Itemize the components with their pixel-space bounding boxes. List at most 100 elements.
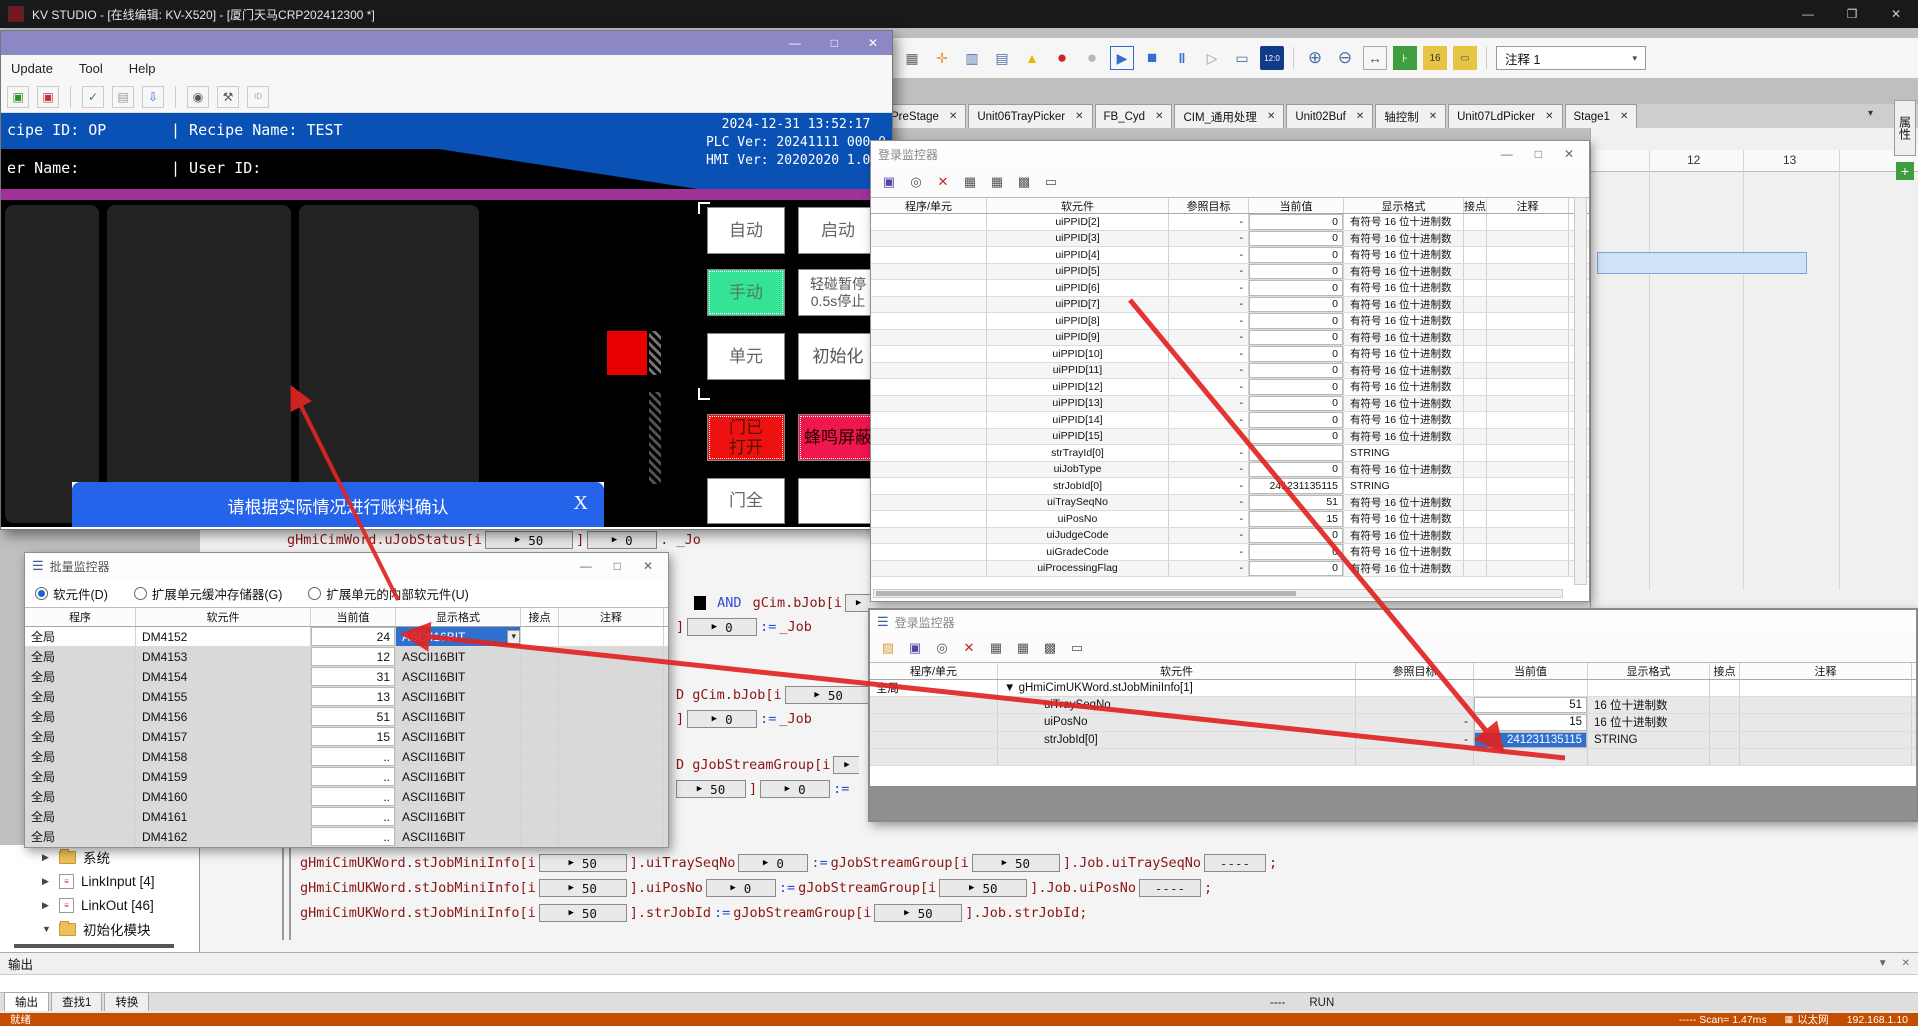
tab-FB_Cyd[interactable]: FB_Cyd✕ <box>1095 104 1173 128</box>
table-row[interactable]: 全局DM415312ASCII16BIT <box>25 647 668 667</box>
download-doc-icon[interactable]: ⇩ <box>142 86 164 108</box>
tab-close-icon[interactable]: ✕ <box>1429 111 1437 122</box>
tab-Stage1[interactable]: Stage1✕ <box>1565 104 1638 128</box>
minimize-icon[interactable]: — <box>580 559 592 573</box>
table-row[interactable]: uiPPID[7]-0有符号 16 位十进制数 <box>871 297 1589 314</box>
inline-value-box[interactable]: ▶50 <box>485 531 573 549</box>
expand-icon[interactable]: ▶ <box>42 876 52 887</box>
table-row[interactable]: uiPPID[15]-0有符号 16 位十进制数 <box>871 429 1589 446</box>
monitor-window-icon[interactable]: ▭ <box>1230 46 1254 70</box>
inline-value-box[interactable]: ▶0 <box>687 618 757 636</box>
tab-PreStage[interactable]: PreStage✕ <box>882 104 966 128</box>
hmi-button-门已打开[interactable]: 门已 打开 <box>707 414 785 461</box>
hmi-button-单元[interactable]: 单元 <box>707 333 785 380</box>
id-icon[interactable]: ID <box>247 86 269 108</box>
inline-value-box[interactable]: ▶50 <box>939 879 1027 897</box>
tab-overflow-icon[interactable]: ▾ <box>1868 108 1873 119</box>
tab-close-icon[interactable]: ✕ <box>1356 111 1364 122</box>
snap-icon[interactable]: ▭ <box>1453 46 1477 70</box>
table-row[interactable]: 程序/单元软元件参照目标当前值显示格式接点注释 <box>870 662 1916 680</box>
inline-value-box[interactable]: ▶0 <box>706 879 776 897</box>
comment-select[interactable]: 注释 1 ▾ <box>1496 46 1646 70</box>
table-row[interactable]: strJobId[0]-241231135115STRING <box>870 732 1916 749</box>
table-row[interactable]: 全局▼ gHmiCimUKWord.stJobMiniInfo[1] <box>870 680 1916 697</box>
document-time-icon[interactable]: ▤ <box>990 46 1014 70</box>
menu-help[interactable]: Help <box>129 61 156 76</box>
inline-value-box[interactable]: ▶50 <box>676 780 746 798</box>
zoom-in-icon[interactable]: ⊕ <box>1303 46 1327 70</box>
registration-table-icon[interactable]: ▦ <box>900 46 924 70</box>
append-row-icon[interactable]: ▦ <box>1013 638 1033 658</box>
table-row[interactable]: uiJobType-0有符号 16 位十进制数 <box>871 462 1589 479</box>
monitor-display-icon[interactable]: ▭ <box>1041 172 1061 192</box>
insert-row-icon[interactable]: ▦ <box>960 172 980 192</box>
verify-doc-icon[interactable]: ✓ <box>82 86 104 108</box>
append-row-icon[interactable]: ▦ <box>987 172 1007 192</box>
table-row[interactable]: uiProcessingFlag-0有符号 16 位十进制数 <box>871 561 1589 578</box>
clock-badge-icon[interactable]: 12:0 <box>1260 46 1284 70</box>
table-row[interactable]: uiPPID[11]-0有符号 16 位十进制数 <box>871 363 1589 380</box>
table-row[interactable]: uiPPID[10]-0有符号 16 位十进制数 <box>871 346 1589 363</box>
find-device-icon[interactable]: ◎ <box>906 172 926 192</box>
radio-icon[interactable] <box>35 587 48 600</box>
table-row[interactable]: uiPPID[13]-0有符号 16 位十进制数 <box>871 396 1589 413</box>
table-row[interactable]: uiPPID[12]-0有符号 16 位十进制数 <box>871 379 1589 396</box>
tab-close-icon[interactable]: ✕ <box>949 111 957 122</box>
delete-row-icon[interactable]: ✕ <box>959 638 979 658</box>
table-row[interactable]: 全局DM415651ASCII16BIT <box>25 707 668 727</box>
hmi-button-自动[interactable]: 自动 <box>707 207 785 254</box>
close-icon[interactable]: ✕ <box>1564 147 1574 161</box>
tab-close-icon[interactable]: ✕ <box>1155 111 1163 122</box>
output-tab-查找1[interactable]: 查找1 <box>51 992 102 1011</box>
radio-icon[interactable] <box>134 587 147 600</box>
hex16-icon[interactable]: 16 <box>1423 46 1447 70</box>
radio-扩展单元的内部软元件(U)[interactable]: 扩展单元的内部软元件(U) <box>308 584 468 603</box>
table-row[interactable]: uiPosNo-15有符号 16 位十进制数 <box>871 511 1589 528</box>
monitor-display-icon[interactable]: ▭ <box>1067 638 1087 658</box>
wrench-icon[interactable]: ⚒ <box>217 86 239 108</box>
zoom-out-icon[interactable]: ⊖ <box>1333 46 1357 70</box>
register-device-icon[interactable]: ▩ <box>1014 172 1034 192</box>
menu-tool[interactable]: Tool <box>79 61 103 76</box>
ladder-editor-area[interactable]: 12 13 <box>1590 126 1918 608</box>
stop-icon[interactable]: ■ <box>1140 46 1164 70</box>
table-row[interactable]: 全局DM4160..ASCII16BIT <box>25 787 668 807</box>
table-row[interactable]: uiTraySeqNo-5116 位十进制数 <box>870 697 1916 714</box>
table-row[interactable]: uiJudgeCode-0有符号 16 位十进制数 <box>871 528 1589 545</box>
close-icon[interactable]: ✕ <box>1874 7 1918 21</box>
table-row[interactable] <box>870 749 1916 766</box>
inline-value-box[interactable]: ▶0 <box>760 780 830 798</box>
table-row[interactable]: 程序软元件当前值显示格式接点注释 <box>25 607 668 627</box>
inline-value-box[interactable]: ▶50 <box>539 879 627 897</box>
tree-scrollbar[interactable] <box>14 944 174 948</box>
save-icon[interactable]: ▣ <box>905 638 925 658</box>
insert-row-icon[interactable]: ▦ <box>986 638 1006 658</box>
hmi-button-蜂鸣屏蔽[interactable]: 蜂鸣屏蔽 <box>798 414 878 461</box>
close-icon[interactable]: ✕ <box>643 559 653 573</box>
table-row[interactable]: uiGradeCode-0有符号 16 位十进制数 <box>871 544 1589 561</box>
hmi-button-门全[interactable]: 门全 <box>707 478 785 524</box>
register-device-icon[interactable]: ▩ <box>1040 638 1060 658</box>
radio-icon[interactable] <box>308 587 321 600</box>
tab-Unit02Buf[interactable]: Unit02Buf✕ <box>1286 104 1373 128</box>
tab-轴控制[interactable]: 轴控制✕ <box>1375 104 1446 128</box>
camera-icon[interactable]: ◉ <box>187 86 209 108</box>
expand-icon[interactable]: ▶ <box>42 900 52 911</box>
table-row[interactable]: uiPPID[9]-0有符号 16 位十进制数 <box>871 330 1589 347</box>
restore-icon[interactable]: □ <box>831 36 838 50</box>
play-icon[interactable]: ▶ <box>1110 46 1134 70</box>
inline-value-box[interactable]: ▶0 <box>687 710 757 728</box>
inline-value-box[interactable]: ▶50 <box>972 854 1060 872</box>
close-icon[interactable]: ✕ <box>1902 958 1910 969</box>
record-disabled-icon[interactable]: ● <box>1080 46 1104 70</box>
chevron-down-icon[interactable]: ▾ <box>1632 53 1637 64</box>
hmi-button-轻碰暂停0.5s停止[interactable]: 轻碰暂停 0.5s停止 <box>798 269 878 316</box>
tab-properties[interactable]: 属性 <box>1894 100 1916 156</box>
table-row[interactable]: strJobId[0]-241231135115STRING <box>871 478 1589 495</box>
open-icon[interactable]: ▨ <box>878 638 898 658</box>
pin-icon[interactable]: ▼ <box>1878 958 1888 969</box>
hmi-button-手动[interactable]: 手动 <box>707 269 785 316</box>
hmi-button-启动[interactable]: 启动 <box>798 207 878 254</box>
hmi-button-初始化[interactable]: 初始化 <box>798 333 878 380</box>
tree-item-初始化模块[interactable]: ▼初始化模块 <box>0 917 199 941</box>
